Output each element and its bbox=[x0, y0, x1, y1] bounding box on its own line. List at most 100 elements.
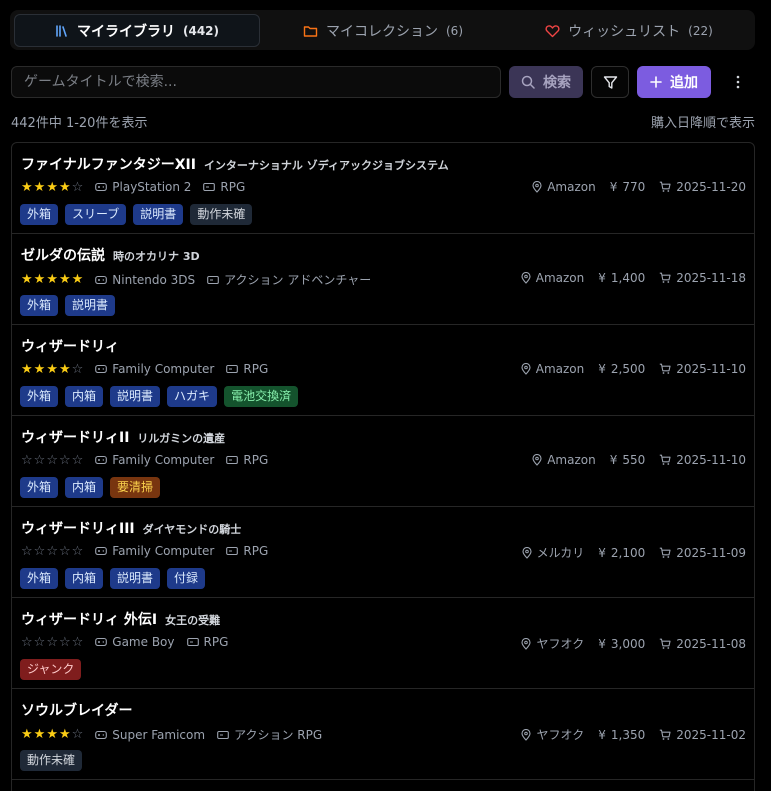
date-value: 2025-11-10 bbox=[676, 453, 746, 467]
condition-tag: ハガキ bbox=[167, 386, 218, 407]
store: ヤフオク bbox=[521, 726, 584, 743]
star-icon[interactable]: ★ bbox=[21, 728, 33, 741]
star-icon[interactable]: ★ bbox=[59, 181, 71, 194]
rating-stars[interactable]: ★ ★ ★ ★ ☆ bbox=[21, 181, 83, 194]
star-icon[interactable]: ☆ bbox=[34, 636, 46, 649]
star-icon[interactable]: ☆ bbox=[72, 636, 84, 649]
purchase-info: ヤフオク ¥1,350 2025-11-02 bbox=[521, 726, 746, 743]
game-subtitle: リルガミンの遺産 bbox=[137, 432, 226, 445]
game-title[interactable]: ファイナルファンタジーXII bbox=[21, 154, 196, 174]
game-subtitle: 女王の受難 bbox=[165, 614, 221, 627]
star-icon[interactable]: ☆ bbox=[21, 454, 33, 467]
star-icon[interactable]: ☆ bbox=[46, 545, 58, 558]
rating-stars[interactable]: ★ ★ ★ ★ ☆ bbox=[21, 728, 83, 741]
star-icon[interactable]: ★ bbox=[46, 363, 58, 376]
star-icon[interactable]: ★ bbox=[46, 728, 58, 741]
star-icon[interactable]: ★ bbox=[34, 181, 46, 194]
add-button[interactable]: 追加 bbox=[637, 66, 711, 98]
tab-bar: マイライブラリ (442) マイコレクション (6) ウィッシュリスト (22) bbox=[10, 10, 755, 50]
star-icon[interactable]: ☆ bbox=[59, 636, 71, 649]
gamepad-icon bbox=[95, 730, 108, 739]
star-icon[interactable]: ☆ bbox=[72, 363, 84, 376]
yen-icon: ¥ bbox=[598, 271, 606, 285]
tab-my-collection[interactable]: マイコレクション (6) bbox=[260, 14, 506, 47]
result-count: 442件中 1-20件を表示 bbox=[11, 116, 148, 131]
star-icon[interactable]: ☆ bbox=[72, 181, 84, 194]
star-icon[interactable]: ★ bbox=[34, 363, 46, 376]
star-icon[interactable]: ★ bbox=[21, 363, 33, 376]
star-icon[interactable]: ★ bbox=[34, 273, 46, 286]
star-icon[interactable]: ★ bbox=[21, 181, 33, 194]
tab-wishlist[interactable]: ウィッシュリスト (22) bbox=[506, 14, 752, 47]
game-title[interactable]: ウィザードリィII bbox=[21, 427, 129, 447]
search-button[interactable]: 検索 bbox=[509, 66, 583, 98]
star-icon[interactable]: ☆ bbox=[21, 636, 33, 649]
condition-tag: ジャンク bbox=[20, 659, 82, 680]
star-icon[interactable]: ☆ bbox=[34, 454, 46, 467]
tag-list: ジャンク bbox=[20, 659, 82, 680]
star-icon[interactable]: ★ bbox=[34, 728, 46, 741]
search-input[interactable] bbox=[11, 66, 501, 98]
purchase-date: 2025-11-08 bbox=[659, 637, 746, 651]
store-label: ヤフオク bbox=[536, 637, 585, 651]
tag-list: 外箱 説明書 bbox=[20, 295, 116, 316]
star-icon[interactable]: ★ bbox=[46, 273, 58, 286]
purchase-date: 2025-11-02 bbox=[659, 728, 746, 742]
cart-icon bbox=[660, 638, 671, 649]
star-icon[interactable]: ☆ bbox=[59, 454, 71, 467]
star-icon[interactable]: ☆ bbox=[72, 545, 84, 558]
yen-icon: ¥ bbox=[598, 545, 606, 560]
star-icon[interactable]: ★ bbox=[59, 728, 71, 741]
game-row[interactable]: ソウルブレイダー ★ ★ ★ ★ ☆ Super Famicom アクション RPG ヤフオク ¥… bbox=[12, 689, 754, 780]
game-title[interactable]: ウィザードリィ bbox=[21, 336, 119, 356]
star-icon[interactable]: ★ bbox=[59, 363, 71, 376]
sort-order-label[interactable]: 購入日降順で表示 bbox=[651, 112, 755, 131]
price-value: 1,400 bbox=[610, 271, 646, 285]
game-row[interactable]: ファイナルファンタジーXII インターナショナル ゾディアックジョブシステム ★ ★ ★… bbox=[12, 143, 754, 234]
star-icon[interactable]: ★ bbox=[72, 273, 84, 286]
game-row[interactable]: ウィザードリィII リルガミンの遺産 ☆ ☆ ☆ ☆ ☆ Family Computer RPG… bbox=[12, 416, 754, 507]
price: ¥2,500 bbox=[598, 362, 645, 376]
search-icon bbox=[521, 75, 535, 89]
game-title[interactable]: ゼルダの伝説 bbox=[21, 245, 105, 265]
game-title[interactable]: ソウルブレイダー bbox=[21, 700, 132, 720]
date-value: 2025-11-08 bbox=[676, 636, 746, 651]
star-icon[interactable]: ☆ bbox=[34, 545, 46, 558]
rating-stars[interactable]: ☆ ☆ ☆ ☆ ☆ bbox=[21, 454, 83, 467]
condition-tag: 電池交換済 bbox=[224, 386, 299, 407]
game-row[interactable]: ウィザードリィ ★ ★ ★ ★ ☆ Family Computer RPG Amazon ¥2,5… bbox=[12, 325, 754, 416]
game-title[interactable]: ウィザードリィ 外伝I bbox=[21, 609, 157, 629]
star-icon[interactable]: ☆ bbox=[59, 545, 71, 558]
game-row[interactable]: ウィザードリィIII ダイヤモンドの騎士 ☆ ☆ ☆ ☆ ☆ Family Computer R… bbox=[12, 507, 754, 598]
purchase-date: 2025-11-18 bbox=[659, 271, 746, 285]
store: Amazon bbox=[532, 180, 596, 194]
star-icon[interactable]: ☆ bbox=[72, 454, 84, 467]
star-icon[interactable]: ☆ bbox=[46, 636, 58, 649]
star-icon[interactable]: ☆ bbox=[72, 728, 84, 741]
genre-label: RPG bbox=[243, 544, 269, 558]
more-menu-button[interactable] bbox=[727, 66, 749, 98]
star-icon[interactable]: ☆ bbox=[46, 454, 58, 467]
rating-stars[interactable]: ★ ★ ★ ★ ☆ bbox=[21, 363, 83, 376]
tab-label: ウィッシュリスト bbox=[568, 23, 681, 40]
cartridge-icon bbox=[226, 364, 239, 374]
filter-button[interactable] bbox=[591, 66, 629, 98]
game-row[interactable]: ウィザードリィ 外伝I 女王の受難 ☆ ☆ ☆ ☆ ☆ Game Boy RPG ヤフオク ¥3,0… bbox=[12, 598, 754, 689]
gamepad-icon bbox=[95, 275, 108, 284]
rating-stars[interactable]: ★ ★ ★ ★ ★ bbox=[21, 273, 83, 286]
star-icon[interactable]: ★ bbox=[21, 273, 33, 286]
purchase-date: 2025-11-09 bbox=[659, 546, 746, 560]
rating-stars[interactable]: ☆ ☆ ☆ ☆ ☆ bbox=[21, 545, 83, 558]
platform: Game Boy bbox=[95, 635, 175, 649]
map-pin-icon bbox=[521, 728, 532, 741]
tab-my-library[interactable]: マイライブラリ (442) bbox=[14, 14, 260, 47]
game-row[interactable]: ゼルダの伝説 時のオカリナ 3D ★ ★ ★ ★ ★ Nintendo 3DS アクション アド… bbox=[12, 234, 754, 325]
star-icon[interactable]: ★ bbox=[46, 181, 58, 194]
yen-icon: ¥ bbox=[598, 362, 606, 376]
purchase-info: Amazon ¥770 2025-11-20 bbox=[532, 180, 746, 194]
star-icon[interactable]: ★ bbox=[59, 273, 71, 286]
game-title[interactable]: ウィザードリィIII bbox=[21, 518, 135, 538]
rating-stars[interactable]: ☆ ☆ ☆ ☆ ☆ bbox=[21, 636, 83, 649]
date-value: 2025-11-18 bbox=[676, 271, 746, 285]
star-icon[interactable]: ☆ bbox=[21, 545, 33, 558]
